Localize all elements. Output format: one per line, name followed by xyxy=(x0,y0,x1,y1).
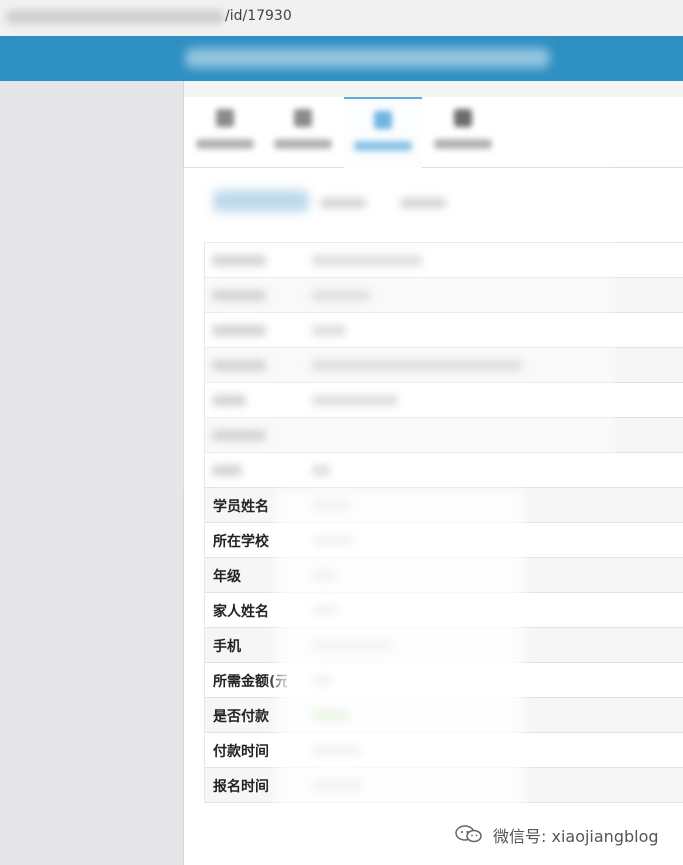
tab-strip-gap xyxy=(184,81,683,97)
tab-4-label xyxy=(434,139,492,149)
tab-3[interactable] xyxy=(344,97,422,169)
tab-3-label xyxy=(354,141,412,151)
wechat-icon xyxy=(455,825,482,843)
url-tail: /id/17930 xyxy=(225,8,292,24)
tab-1-icon xyxy=(216,109,234,127)
blur-veil xyxy=(184,168,614,490)
tab-bar xyxy=(184,97,683,169)
tab-3-icon xyxy=(374,111,392,129)
tab-4[interactable] xyxy=(424,97,502,167)
blurred-site-title xyxy=(185,48,550,68)
tab-1[interactable] xyxy=(186,97,264,167)
watermark-text: 微信号: xiaojiangblog xyxy=(493,827,659,846)
tab-1-label xyxy=(196,139,254,149)
tab-2-label xyxy=(274,139,332,149)
tab-2-icon xyxy=(294,109,312,127)
left-sidebar xyxy=(0,81,184,865)
tab-2[interactable] xyxy=(264,97,342,167)
tab-4-icon xyxy=(454,109,472,127)
table-left-border xyxy=(204,242,205,803)
address-bar[interactable]: /id/17930 xyxy=(0,0,683,36)
value-redaction-mask xyxy=(276,490,524,810)
blurred-url-prefix xyxy=(6,10,224,24)
